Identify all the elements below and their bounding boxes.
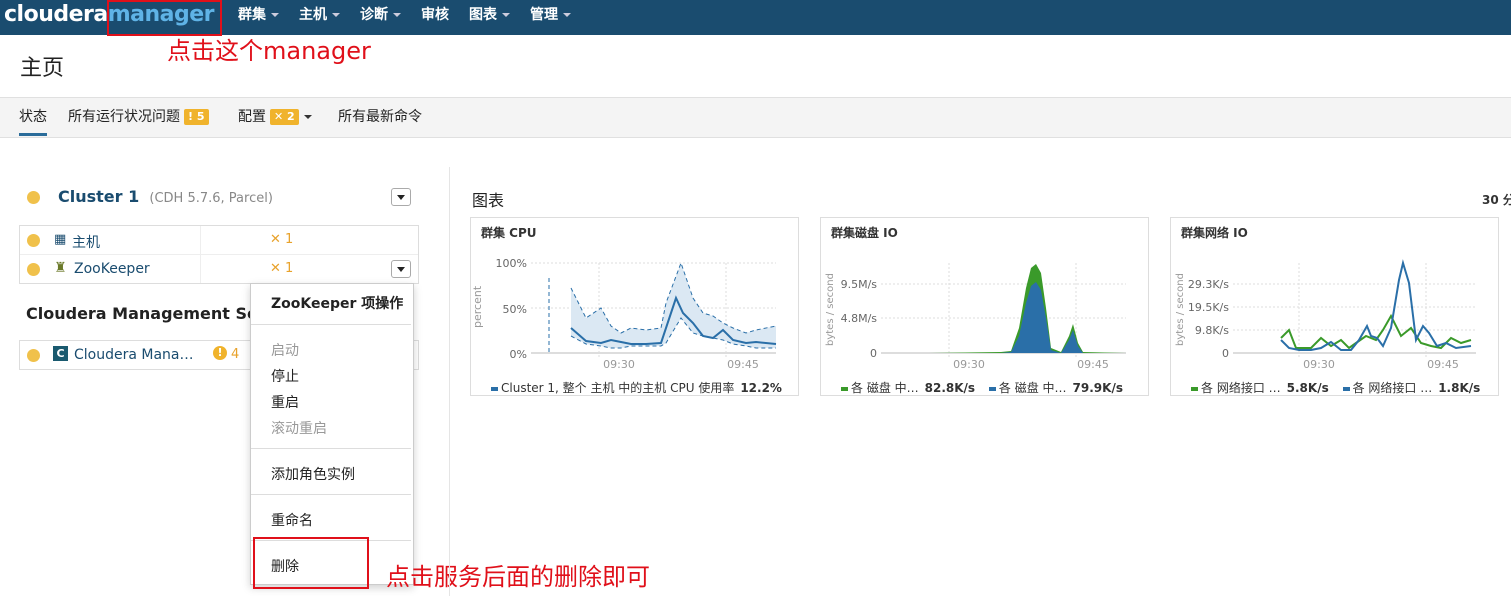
chevron-down-icon (502, 13, 510, 17)
y-tick: 19.5K/s (1188, 301, 1229, 314)
chart-card-cluster-cpu[interactable]: 群集 CPU percent 100% 50% 0% 09:30 09:45 C… (470, 217, 799, 396)
chart-legend: 各 网络接口 … 5.8K/s 各 网络接口 … 1.8K/s (1191, 379, 1480, 396)
nav-charts[interactable]: 图表 (469, 0, 510, 35)
status-icon (27, 263, 40, 276)
chart-network-io-plot: bytes / second 29.3K/s 19.5K/s 9.8K/s 0 … (1175, 259, 1476, 371)
nav-administration[interactable]: 管理 (530, 0, 571, 35)
main-nav: 群集 主机 诊断 审核 图表 管理 (238, 0, 591, 35)
page-title: 主页 (20, 56, 65, 81)
cluster-header: Cluster 1 (CDH 5.7.6, Parcel) (58, 187, 273, 206)
service-row-zookeeper: ♜ ZooKeeper ✕ 1 (20, 255, 418, 283)
chevron-down-icon (563, 13, 571, 17)
legend-swatch (841, 386, 848, 391)
wrench-icon: ✕ (270, 261, 281, 276)
charts-time-range[interactable]: 30 分 (1482, 191, 1511, 208)
config-issues-indicator[interactable]: ✕ 1 (270, 261, 293, 276)
menu-item-add-role-instances[interactable]: 添加角色实例 (271, 464, 355, 484)
status-icon (27, 349, 40, 362)
menu-item-start[interactable]: 启动 (271, 340, 299, 360)
y-axis-label: bytes / second (1175, 273, 1186, 346)
mgmt-service-title: Cloudera Management Ser (26, 304, 266, 323)
cloudera-service-icon: C (53, 346, 68, 361)
tab-configuration[interactable]: 配置 ✕ 2 (238, 98, 312, 136)
x-tick: 09:30 (953, 358, 985, 371)
legend-swatch (988, 386, 996, 391)
x-tick: 09:30 (603, 358, 635, 371)
y-tick: 0% (510, 348, 527, 361)
column-divider (449, 167, 450, 596)
tab-status[interactable]: 状态 (19, 98, 47, 136)
y-tick: 50% (503, 303, 527, 316)
y-tick: 9.5M/s (841, 278, 878, 291)
y-axis-label: bytes / second (825, 273, 836, 346)
wrench-icon: ✕ (270, 232, 281, 247)
legend-swatch (491, 386, 498, 391)
chart-card-cluster-network-io[interactable]: 群集网络 IO bytes / second 29.3K/s 19.5K/s 9… (1170, 217, 1499, 396)
chart-card-cluster-disk-io[interactable]: 群集磁盘 IO bytes / second 9.5M/s 4.8M/s 0 0… (820, 217, 1149, 396)
hosts-icon: ▦ (54, 232, 67, 247)
cluster-name-link[interactable]: Cluster 1 (58, 187, 139, 206)
y-tick: 4.8M/s (841, 312, 878, 325)
menu-item-restart[interactable]: 重启 (271, 392, 299, 412)
legend-swatch (1191, 386, 1198, 391)
cluster-version: (CDH 5.7.6, Parcel) (149, 191, 273, 206)
menu-header: ZooKeeper 项操作 (271, 296, 404, 312)
service-link-mgmt[interactable]: Cloudera Mana… (74, 347, 194, 363)
cluster-status-icon (27, 191, 40, 204)
chart-legend: Cluster 1, 整个 主机 中的主机 CPU 使用率 12.2% (491, 379, 782, 396)
menu-item-rolling-restart[interactable]: 滚动重启 (271, 418, 327, 438)
chevron-down-icon (271, 13, 279, 17)
nav-audits[interactable]: 审核 (421, 0, 449, 35)
menu-item-rename[interactable]: 重命名 (271, 510, 313, 530)
service-link-hosts[interactable]: 主机 (72, 232, 100, 252)
mgmt-issue-count[interactable]: 4 (231, 347, 239, 362)
tab-health-issues[interactable]: 所有运行状况问题! 5 (68, 98, 209, 136)
x-tick: 09:30 (1303, 358, 1335, 371)
x-tick: 09:45 (1077, 358, 1109, 371)
config-issues-badge: ✕ 2 (270, 109, 299, 125)
charts-section-title: 图表 (472, 191, 505, 210)
x-tick: 09:45 (727, 358, 759, 371)
zookeeper-actions-dropdown[interactable] (391, 260, 411, 278)
tab-bar: 状态 所有运行状况问题! 5 配置 ✕ 2 所有最新命令 (0, 97, 1511, 138)
y-tick: 100% (496, 257, 527, 270)
annotation-box-delete (253, 537, 369, 589)
annotation-delete-hint: 点击服务后面的删除即可 (386, 563, 650, 591)
chart-legend: 各 磁盘 中… 82.8K/s 各 磁盘 中… 79.9K/s (841, 379, 1123, 396)
y-tick: 0 (870, 347, 877, 360)
zookeeper-icon: ♜ (54, 260, 67, 276)
y-tick: 9.8K/s (1195, 324, 1229, 337)
nav-clusters[interactable]: 群集 (238, 0, 279, 35)
menu-item-stop[interactable]: 停止 (271, 366, 299, 386)
legend-swatch (1342, 386, 1350, 391)
status-icon (27, 234, 40, 247)
y-axis-label: percent (471, 285, 484, 328)
logo-cloudera-text: cloudera (4, 2, 108, 27)
chart-disk-io-plot: bytes / second 9.5M/s 4.8M/s 0 09:30 09:… (825, 263, 1126, 371)
health-issues-badge: ! 5 (184, 109, 209, 125)
chevron-down-icon (332, 13, 340, 17)
annotation-manager-hint: 点击这个manager (167, 37, 371, 65)
service-row-hosts: ▦ 主机 ✕ 1 (20, 226, 418, 255)
chart-cpu-plot: percent 100% 50% 0% 09:30 09:45 (471, 257, 777, 371)
cluster-actions-dropdown[interactable] (391, 188, 411, 206)
nav-diagnostics[interactable]: 诊断 (360, 0, 401, 35)
x-tick: 09:45 (1427, 358, 1459, 371)
top-navbar: clouderamanager 群集 主机 诊断 审核 图表 管理 (0, 0, 1511, 35)
y-tick: 29.3K/s (1188, 278, 1229, 291)
health-warning-icon: ! (213, 346, 227, 360)
cluster-services-table: ▦ 主机 ✕ 1 ♜ ZooKeeper ✕ 1 (19, 225, 419, 284)
chevron-down-icon (393, 13, 401, 17)
service-link-zookeeper[interactable]: ZooKeeper (74, 261, 150, 277)
nav-hosts[interactable]: 主机 (299, 0, 340, 35)
y-tick: 0 (1222, 347, 1229, 360)
tab-recent-commands[interactable]: 所有最新命令 (338, 98, 422, 136)
chevron-down-icon (303, 115, 312, 119)
config-issues-indicator[interactable]: ✕ 1 (270, 232, 293, 247)
